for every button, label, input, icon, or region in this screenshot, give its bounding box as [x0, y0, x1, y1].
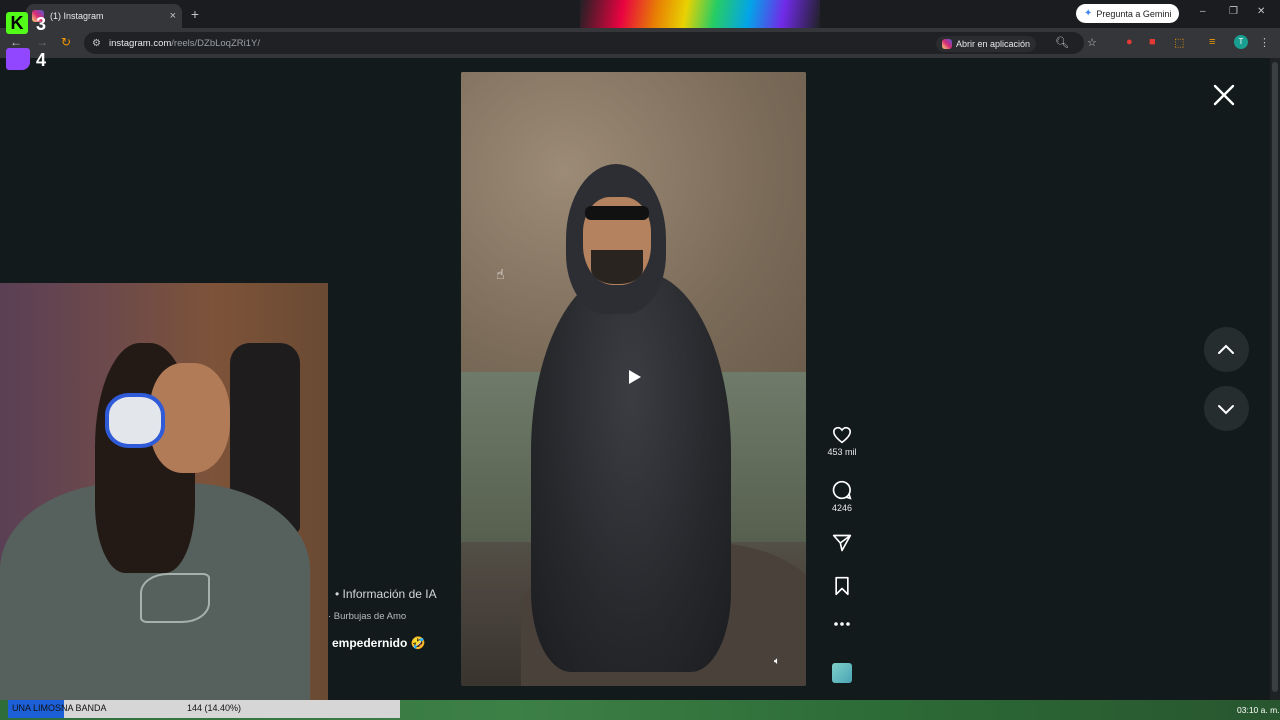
new-tab-button[interactable]: + [186, 5, 204, 23]
extension-record-icon[interactable]: ● [1126, 36, 1133, 48]
video-person-beard [591, 250, 643, 284]
audio-thumbnail[interactable] [832, 663, 852, 683]
zoom-icon[interactable]: 🔍︎ [1055, 36, 1069, 49]
streamer-webcam [0, 283, 328, 700]
close-icon[interactable] [1212, 83, 1236, 107]
comment-icon [832, 480, 852, 500]
previous-reel-button[interactable] [1204, 327, 1249, 372]
caption-username[interactable]: empedernido 🤣 [332, 636, 426, 650]
comment-count: 4246 [831, 503, 853, 513]
audio-name[interactable]: · Burbujas de Amo [328, 611, 408, 622]
kick-logo-icon: K [6, 12, 28, 34]
open-in-app-label: Abrir en aplicación [956, 39, 1031, 49]
reel-video[interactable]: 🔈︎ [461, 72, 806, 686]
profile-avatar[interactable]: T [1234, 35, 1248, 49]
gemini-sparkle-icon: ✦ [1084, 8, 1093, 19]
video-person-body [531, 272, 731, 672]
clock: 03:10 a. m. [1237, 705, 1280, 715]
bookmark-star-icon[interactable]: ☆ [1087, 36, 1097, 49]
sub-goal-count: 144 (14.40%) [187, 703, 242, 713]
back-icon[interactable]: ← [10, 35, 22, 49]
minimize-icon[interactable]: – [1200, 6, 1206, 17]
gemini-button[interactable]: ✦ Pregunta a Gemini [1076, 4, 1180, 23]
volume-icon[interactable]: 🔈︎ [774, 656, 780, 667]
extensions-puzzle-icon[interactable]: ⬚ [1174, 36, 1184, 49]
play-icon[interactable] [624, 367, 644, 387]
bookmark-icon [835, 576, 849, 596]
tab-close-icon[interactable]: × [170, 10, 176, 22]
wallpaper-rainbow [580, 0, 820, 28]
mouse-cursor-icon: ☝︎ [496, 266, 505, 282]
more-icon [834, 622, 850, 626]
webcam-shirt-print [140, 573, 210, 623]
forward-icon[interactable]: → [36, 35, 48, 49]
comment-button[interactable]: 4246 [824, 480, 860, 513]
address-bar[interactable]: ⚙ instagram.com/reels/DZbLoqZRi1Y/ [84, 32, 1084, 54]
save-button[interactable] [824, 576, 860, 596]
reload-icon[interactable]: ↻ [61, 35, 71, 49]
instagram-app-icon [942, 39, 952, 49]
gemini-label: Pregunta a Gemini [1096, 8, 1172, 19]
webcam-headset [105, 393, 165, 448]
heart-icon [832, 426, 852, 444]
share-icon [832, 534, 852, 552]
like-button[interactable]: 453 mil [824, 426, 860, 457]
twitch-viewer-count: 4 [36, 50, 47, 70]
reading-list-icon[interactable]: ≡ [1209, 36, 1215, 48]
restore-icon[interactable]: ❐ [1229, 6, 1238, 17]
like-count: 453 mil [827, 447, 857, 457]
chevron-up-icon [1218, 344, 1234, 354]
video-person-glasses [585, 206, 649, 220]
tab-strip: (1) Instagram × + ✦ Pregunta a Gemini – … [0, 0, 1280, 28]
extension-red-icon[interactable]: ■ [1149, 36, 1156, 48]
sub-goal-bar: UNA LIMOSNA BANDA 144 (14.40%) [8, 700, 400, 718]
kick-viewer-count: 3 [36, 14, 47, 34]
sub-goal-label: UNA LIMOSNA BANDA [12, 703, 107, 713]
url-text[interactable]: instagram.com/reels/DZbLoqZRi1Y/ [109, 38, 260, 49]
tab-instagram[interactable]: (1) Instagram × [26, 4, 182, 28]
next-reel-button[interactable] [1204, 386, 1249, 431]
menu-kebab-icon[interactable]: ⋮ [1259, 36, 1270, 49]
open-in-app-button[interactable]: Abrir en aplicación [936, 36, 1037, 52]
window-close-icon[interactable]: ✕ [1257, 6, 1265, 17]
twitch-logo-icon [6, 48, 30, 70]
site-settings-icon[interactable]: ⚙ [92, 38, 101, 49]
share-button[interactable] [824, 533, 860, 553]
page-scrollbar[interactable] [1270, 58, 1280, 700]
scroll-thumb[interactable] [1272, 62, 1278, 692]
more-options-button[interactable] [824, 620, 860, 628]
ai-info-label[interactable]: • Información de IA [335, 587, 437, 601]
screen: (1) Instagram × + ✦ Pregunta a Gemini – … [0, 0, 1280, 720]
tab-title: (1) Instagram [50, 11, 104, 21]
chevron-down-icon [1218, 405, 1234, 415]
